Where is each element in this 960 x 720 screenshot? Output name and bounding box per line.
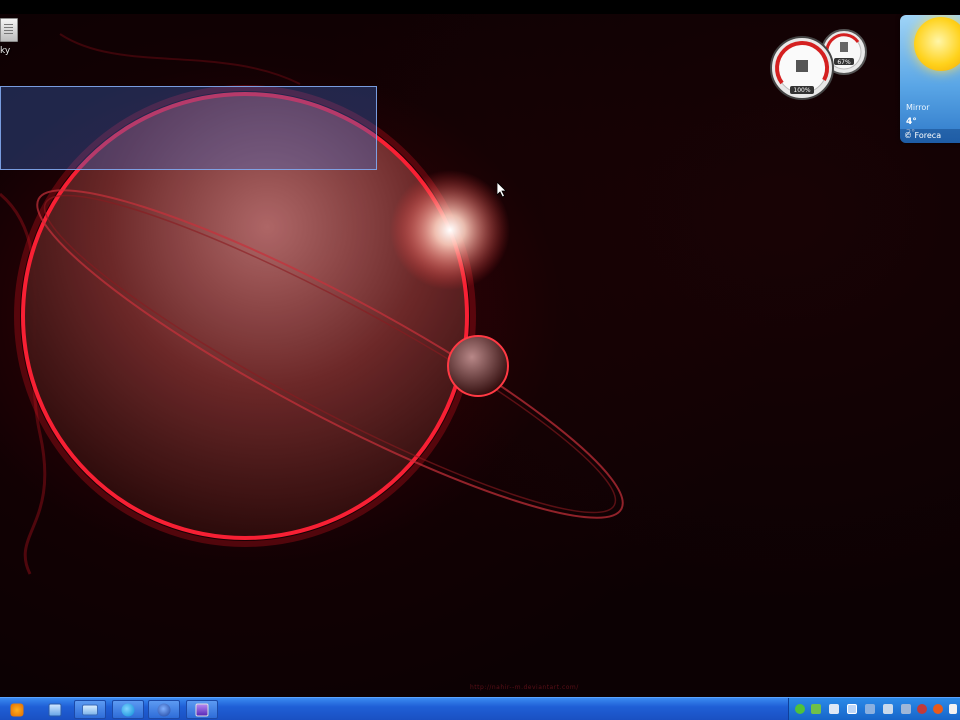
sync-icon[interactable] — [917, 704, 927, 714]
system-tray — [788, 698, 960, 720]
selection-rectangle — [0, 86, 377, 170]
wallpaper-credit: http://nahir--m.deviantart.com/ — [470, 684, 579, 691]
desktop-screen: ky 67% 100% Mirror 4° 2° © Foreca http:/… — [0, 0, 960, 720]
weather-temp-high: 4° — [906, 117, 917, 127]
weather-gadget[interactable]: Mirror 4° 2° © Foreca — [900, 15, 960, 143]
desktop-file-icon[interactable]: ky — [0, 18, 30, 62]
green-globe-icon[interactable] — [795, 704, 805, 714]
tools-icon[interactable] — [901, 704, 911, 714]
show-desktop-icon — [48, 703, 62, 716]
battery-icon[interactable] — [829, 704, 839, 714]
windows-media-player-button[interactable] — [6, 700, 28, 719]
program-icon[interactable] — [865, 704, 875, 714]
desktop-icon-label: ky — [0, 46, 11, 56]
cpu-meter-gadget[interactable]: 67% 100% — [770, 28, 870, 102]
app-window-button[interactable] — [186, 700, 218, 719]
memory-icon — [840, 42, 848, 52]
sun-icon — [914, 17, 960, 71]
display-icon[interactable] — [847, 704, 857, 714]
screen-top-border — [0, 0, 960, 14]
app-window-icon — [195, 703, 209, 716]
moon — [447, 335, 509, 397]
show-desktop-button[interactable] — [44, 700, 66, 719]
weather-city: Mirror — [906, 103, 930, 112]
network-folder-icon — [82, 704, 98, 715]
memory-reading: 67% — [837, 59, 851, 66]
flag-icon[interactable] — [949, 704, 957, 714]
firefox-icon — [157, 703, 171, 716]
firefox-button[interactable] — [148, 700, 180, 719]
network-folder-button[interactable] — [74, 700, 106, 719]
cpu-reading: 100% — [793, 87, 810, 94]
monitor-icon[interactable] — [883, 704, 893, 714]
cpu-icon — [796, 60, 808, 72]
skype-button[interactable] — [112, 700, 144, 719]
skype-icon — [121, 703, 135, 716]
sun-flare — [390, 170, 510, 290]
media-player-icon — [10, 703, 24, 716]
weather-provider-link[interactable]: © Foreca — [900, 129, 960, 143]
taskbar — [0, 697, 960, 720]
opera-icon[interactable] — [933, 704, 943, 714]
network-icon[interactable] — [811, 704, 821, 714]
document-icon — [0, 18, 18, 42]
mouse-pointer-icon — [497, 182, 507, 198]
